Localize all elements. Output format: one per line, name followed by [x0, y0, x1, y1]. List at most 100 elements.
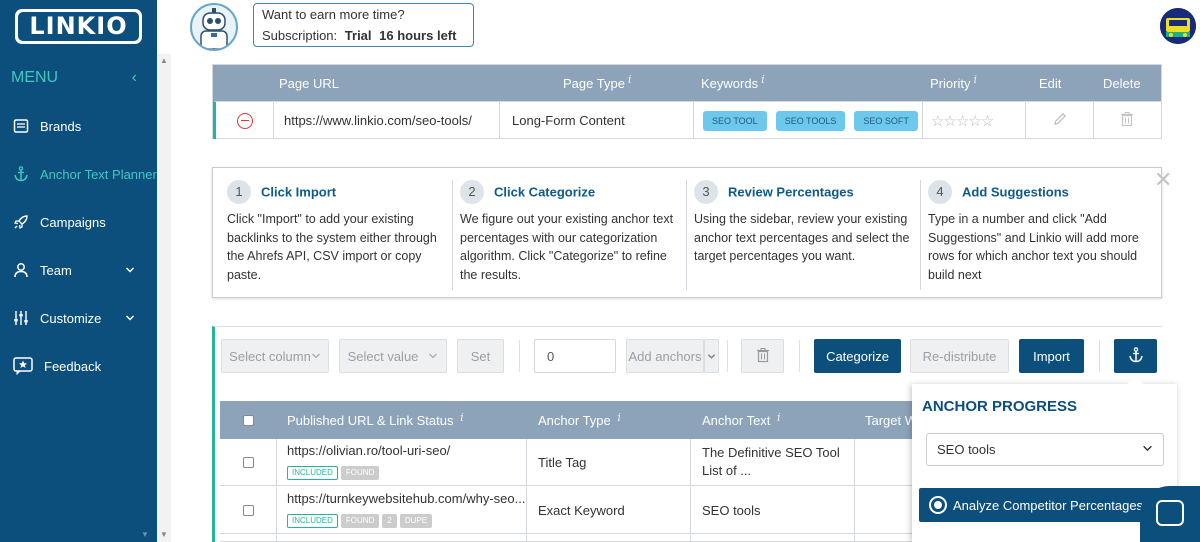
step-title: Review Percentages: [728, 184, 854, 200]
page-url-value[interactable]: https://www.linkio.com/seo-tools/: [284, 113, 472, 128]
select-column-dropdown[interactable]: Select column: [221, 339, 329, 373]
anchor-text-value[interactable]: List of ...: [702, 462, 751, 480]
subscription-label: Subscription:: [262, 28, 338, 43]
info-icon[interactable]: i: [460, 411, 464, 424]
scroll-up-arrow-icon[interactable]: ▲: [160, 56, 168, 65]
analyze-competitor-button[interactable]: Analyze Competitor Percentages: [919, 488, 1164, 522]
header-priority: Priority: [930, 75, 971, 91]
pencil-icon[interactable]: [1052, 111, 1068, 130]
set-button[interactable]: Set: [457, 339, 504, 373]
published-url[interactable]: https://turnkeywebsitehub.com/why-seo...: [287, 491, 525, 506]
keyword-tag[interactable]: SEO SOFT: [854, 110, 918, 131]
delete-selected-button[interactable]: [741, 339, 784, 373]
collapse-chevron-icon[interactable]: ‹: [132, 69, 137, 87]
header-delete: Delete: [1103, 75, 1141, 91]
chat-widget-button[interactable]: [1140, 486, 1200, 542]
step-title: Add Suggestions: [962, 184, 1069, 200]
header-page-type: Page Type: [563, 75, 625, 91]
keywords-cell: SEO TOOL SEO TOOLS SEO SOFT: [693, 102, 922, 139]
links-table-header: Published URL & Link Status i Anchor Typ…: [220, 401, 912, 439]
info-icon[interactable]: i: [973, 73, 977, 86]
trash-icon[interactable]: [1119, 111, 1135, 130]
collapse-row-icon[interactable]: [236, 112, 253, 129]
sliders-icon: [11, 308, 31, 328]
chevron-down-icon[interactable]: [125, 263, 135, 278]
redistribute-button[interactable]: Re-distribute: [910, 339, 1009, 373]
logo[interactable]: LINKIO: [15, 9, 142, 44]
subscription-promo[interactable]: Want to earn more time? Subscription: Tr…: [253, 3, 474, 47]
sidebar-item-team[interactable]: Team: [0, 246, 157, 294]
panel-title: ANCHOR PROGRESS: [922, 398, 1078, 415]
anchor-progress-toggle[interactable]: [1114, 339, 1157, 373]
close-icon[interactable]: ✕: [1154, 169, 1172, 191]
anchor-type-value[interactable]: Exact Keyword: [538, 503, 625, 518]
scroll-down-arrow-icon[interactable]: ▼: [160, 530, 168, 539]
row-checkbox[interactable]: [242, 456, 254, 468]
step-number: 4: [928, 180, 952, 204]
sidebar-item-anchor-text-planner[interactable]: Anchor Text Planner: [0, 150, 157, 198]
anchor-progress-panel: ANCHOR PROGRESS SEO tools Analyze Compet…: [912, 384, 1177, 542]
header-anchor-type: Anchor Type: [538, 412, 611, 428]
categorize-button[interactable]: Categorize: [814, 339, 901, 373]
info-icon[interactable]: i: [761, 73, 765, 86]
status-badge: INCLUDED: [287, 514, 338, 528]
table-header: Page URL Page Type i Keywords i Priority…: [213, 65, 1161, 101]
sidebar-item-brands[interactable]: Brands: [0, 102, 157, 150]
select-value-dropdown[interactable]: Select value: [339, 339, 447, 373]
keyword-select[interactable]: SEO tools: [926, 433, 1164, 466]
anchor-type-value[interactable]: Title Tag: [538, 455, 586, 470]
info-icon[interactable]: i: [777, 411, 781, 424]
sidebar-item-label: Campaigns: [40, 214, 106, 230]
header-published-url: Published URL & Link Status: [287, 412, 454, 428]
logo-area: LINKIO: [0, 0, 157, 54]
chat-icon: [1156, 500, 1184, 526]
page-type-value[interactable]: Long-Form Content: [512, 113, 625, 128]
status-badge: DUPE: [399, 514, 433, 528]
chevron-down-icon: [707, 349, 716, 364]
table-row: https://turnkeywebsitehub.com/why-seo...…: [220, 487, 912, 534]
chevron-down-icon: [428, 349, 438, 364]
header-target: Target W: [865, 412, 912, 428]
user-avatar[interactable]: [1160, 8, 1196, 44]
anchor-text-value[interactable]: The Definitive SEO Tool: [702, 444, 840, 462]
row-checkbox[interactable]: [242, 504, 254, 516]
step-number: 2: [460, 180, 484, 204]
star-icon[interactable]: ☆☆☆☆☆: [931, 112, 994, 130]
header-edit: Edit: [1039, 75, 1062, 91]
content-scrollbar[interactable]: ▲ ▼: [157, 54, 171, 542]
import-button[interactable]: Import: [1019, 339, 1084, 373]
sidebar-item-feedback[interactable]: Feedback: [0, 342, 157, 390]
step-description: We figure out your existing anchor text …: [460, 212, 674, 282]
step-title: Click Import: [261, 184, 337, 200]
menu-header[interactable]: MENU ‹: [0, 54, 157, 102]
step-1: 1 Click Import Click "Import" to add your…: [227, 180, 449, 284]
info-icon[interactable]: i: [628, 73, 632, 86]
status-badge: FOUND: [340, 514, 380, 528]
info-icon[interactable]: i: [617, 411, 621, 424]
select-all-checkbox[interactable]: [243, 414, 254, 426]
add-anchors-button[interactable]: Add anchors: [626, 339, 704, 373]
add-anchors-dropdown[interactable]: [704, 339, 719, 373]
anchor-count-input[interactable]: 0: [534, 339, 616, 373]
keyword-tag[interactable]: SEO TOOLS: [775, 110, 846, 131]
sidebar-item-label: Feedback: [44, 358, 102, 374]
chevron-down-icon[interactable]: [125, 311, 135, 326]
status-badge: INCLUDED: [287, 466, 338, 480]
sidebar-item-campaigns[interactable]: Campaigns: [0, 198, 157, 246]
published-url[interactable]: https://olivian.ro/tool-uri-seo/: [287, 443, 450, 458]
header-anchor-text: Anchor Text: [702, 412, 771, 428]
priority-stars[interactable]: ☆☆☆☆☆: [922, 102, 1025, 139]
anchor-text-value[interactable]: SEO tools: [702, 503, 761, 518]
sidebar-item-label: Brands: [40, 118, 82, 134]
robot-mascot-icon: [190, 3, 238, 51]
book-icon: [11, 116, 31, 136]
star-chat-icon: [11, 356, 35, 376]
keyword-tag[interactable]: SEO TOOL: [703, 110, 767, 131]
count-badge: 2: [382, 514, 397, 528]
header-page-url: Page URL: [279, 75, 339, 91]
chevron-down-icon: [311, 349, 321, 364]
rocket-icon: [11, 212, 31, 232]
scroll-down-arrow-icon[interactable]: ▼: [141, 530, 149, 539]
chevron-down-icon: [1142, 443, 1153, 457]
sidebar-item-customize[interactable]: Customize: [0, 294, 157, 342]
